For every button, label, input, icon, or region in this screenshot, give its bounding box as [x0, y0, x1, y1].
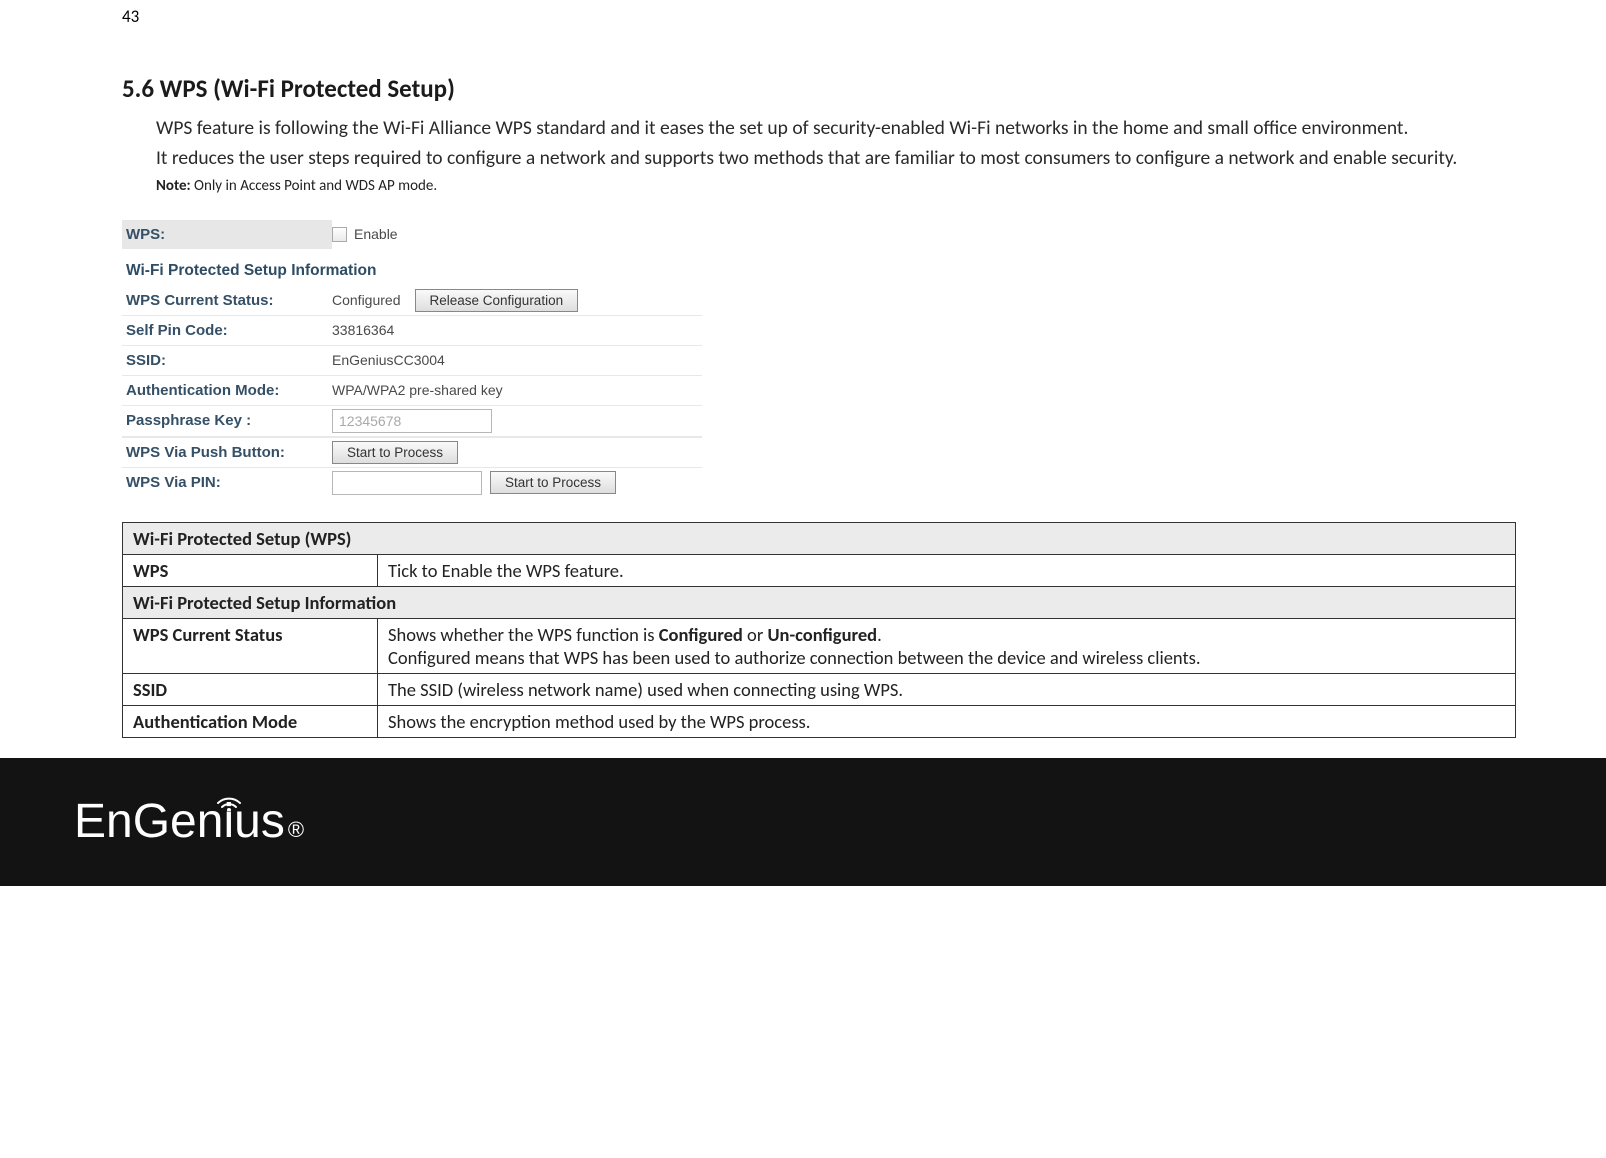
- table-header-info: Wi-Fi Protected Setup Information: [123, 586, 1516, 618]
- section-heading: 5.6 WPS (Wi-Fi Protected Setup): [122, 73, 1516, 104]
- table-desc-current-status: Shows whether the WPS function is Config…: [378, 618, 1516, 673]
- cur-desc-mid: or: [743, 623, 768, 646]
- wps-current-status-value: Configured: [332, 292, 401, 308]
- cur-desc-pre: Shows whether the WPS function is: [388, 623, 659, 646]
- wps-label: WPS:: [122, 220, 332, 249]
- logo-part-gen: Gen: [133, 794, 224, 849]
- release-configuration-button[interactable]: Release Configuration: [415, 289, 579, 312]
- cur-desc-post: .: [877, 623, 882, 646]
- start-process-push-button[interactable]: Start to Process: [332, 441, 458, 464]
- wps-push-button-label: WPS Via Push Button:: [122, 444, 332, 461]
- wifi-icon: [215, 768, 243, 823]
- cur-desc-line2: Configured means that WPS has been used …: [388, 646, 1201, 669]
- paragraph-1: WPS feature is following the Wi-Fi Allia…: [156, 114, 1516, 142]
- passphrase-input[interactable]: 12345678: [332, 409, 492, 433]
- table-desc-wps: Tick to Enable the WPS feature.: [378, 554, 1516, 586]
- page-number: 43: [122, 6, 1516, 27]
- table-key-ssid: SSID: [123, 673, 378, 705]
- cur-desc-b2: Un-configured: [767, 623, 877, 646]
- wps-enable-checkbox[interactable]: [332, 227, 347, 242]
- ssid-label: SSID:: [122, 352, 332, 369]
- table-key-wps: WPS: [123, 554, 378, 586]
- table-desc-ssid: The SSID (wireless network name) used wh…: [378, 673, 1516, 705]
- ssid-value: EnGeniusCC3004: [332, 352, 445, 368]
- table-header-wps: Wi-Fi Protected Setup (WPS): [123, 522, 1516, 554]
- wps-pin-input[interactable]: [332, 471, 482, 495]
- wps-info-heading: Wi-Fi Protected Setup Information: [122, 252, 702, 286]
- engenius-logo: EnGenius®: [74, 794, 304, 849]
- wps-pin-label: WPS Via PIN:: [122, 474, 332, 491]
- note-label: Note:: [156, 177, 194, 195]
- wps-config-panel: WPS: Enable Wi-Fi Protected Setup Inform…: [122, 217, 702, 498]
- wps-enable-label: Enable: [354, 226, 398, 242]
- cur-desc-b1: Configured: [659, 623, 743, 646]
- auth-mode-label: Authentication Mode:: [122, 382, 332, 399]
- auth-mode-value: WPA/WPA2 pre-shared key: [332, 382, 503, 398]
- self-pin-value: 33816364: [332, 322, 394, 338]
- wps-description-table: Wi-Fi Protected Setup (WPS) WPS Tick to …: [122, 522, 1516, 738]
- table-desc-auth-mode: Shows the encryption method used by the …: [378, 705, 1516, 737]
- table-key-current-status: WPS Current Status: [123, 618, 378, 673]
- registered-trademark-icon: ®: [288, 817, 304, 843]
- note: Note: Only in Access Point and WDS AP mo…: [156, 177, 1516, 195]
- table-key-auth-mode: Authentication Mode: [123, 705, 378, 737]
- note-body: Only in Access Point and WDS AP mode.: [194, 177, 437, 195]
- passphrase-label: Passphrase Key :: [122, 412, 332, 429]
- logo-part-en: En: [74, 794, 133, 849]
- footer-bar: EnGenius®: [0, 758, 1606, 886]
- wps-current-status-label: WPS Current Status:: [122, 292, 332, 309]
- self-pin-label: Self Pin Code:: [122, 322, 332, 339]
- logo-part-i: i: [223, 794, 234, 849]
- paragraph-2: It reduces the user steps required to co…: [156, 144, 1516, 172]
- start-process-pin-button[interactable]: Start to Process: [490, 471, 616, 494]
